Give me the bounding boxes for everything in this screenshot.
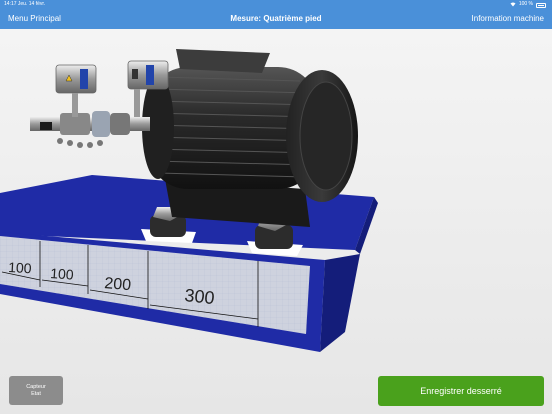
save-loose-button[interactable]: Enregistrer desserré <box>378 376 544 406</box>
page-title: Mesure: Quatrième pied <box>230 14 322 23</box>
dimension-label: 100 <box>8 259 32 276</box>
status-time: 14:17 Jeu. 14 févr. <box>4 1 46 7</box>
shaft-coupling <box>30 111 150 148</box>
battery-percent: 100 % <box>518 1 533 7</box>
machine-info-button[interactable]: Information machine <box>472 14 544 23</box>
dimension-label: 200 <box>104 275 132 294</box>
dimension-label: 100 <box>50 265 75 283</box>
status-bar: 14:17 Jeu. 14 févr. 100 % <box>0 0 552 8</box>
sensor-button-label: Capteur <box>26 384 46 390</box>
laser-sensor-left <box>55 64 97 117</box>
status-right: 100 % <box>510 0 546 8</box>
nav-bar: Menu Principal Mesure: Quatrième pied In… <box>0 8 552 29</box>
dimension-label: 300 <box>184 285 216 308</box>
battery-icon <box>536 2 546 8</box>
sensor-status-button[interactable]: Capteur Etat <box>9 376 63 405</box>
sensor-button-sublabel: Etat <box>31 391 41 397</box>
machine-illustration: 100 100 200 300 <box>0 49 378 352</box>
wifi-icon <box>510 2 516 6</box>
machine-3d-view[interactable]: 100 100 200 300 <box>0 29 552 414</box>
electric-motor <box>142 49 358 227</box>
